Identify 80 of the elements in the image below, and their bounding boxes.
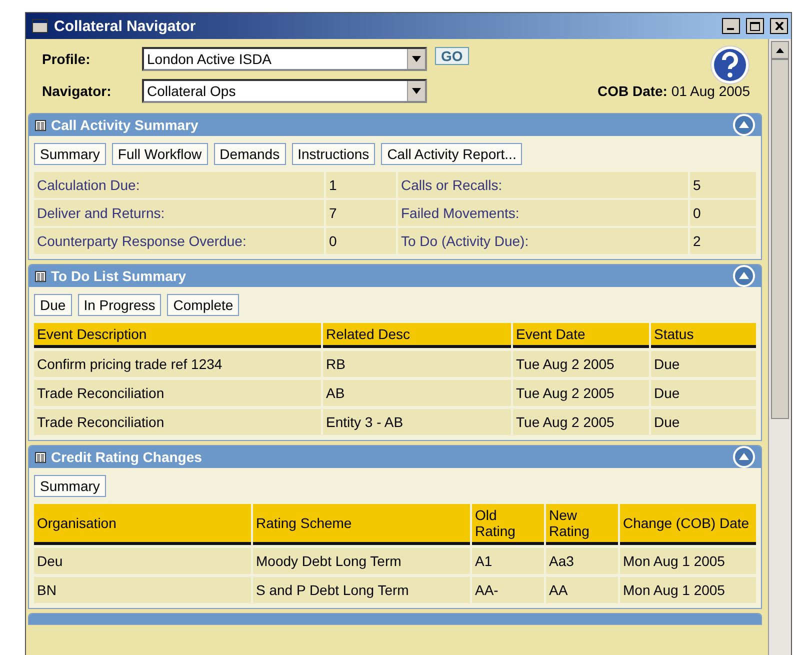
- column-header: Status: [651, 323, 756, 348]
- go-button[interactable]: GO: [435, 47, 469, 65]
- column-header: Related Desc: [323, 323, 511, 348]
- table-cell: Mon Aug 1 2005: [620, 548, 756, 574]
- table-cell: Due: [651, 409, 756, 435]
- dropdown-value: London Active ISDA: [146, 51, 273, 67]
- stat-label: To Do (Activity Due):: [398, 228, 688, 254]
- table-cell: Tue Aug 2 2005: [513, 409, 649, 435]
- table-cell: AA: [546, 577, 618, 603]
- column-header: Organisation: [34, 504, 251, 545]
- close-icon: [774, 22, 784, 30]
- stat-label: Counterparty Response Overdue:: [34, 228, 324, 254]
- stat-value: 7: [326, 200, 396, 226]
- panel-title: To Do List Summary: [51, 268, 188, 284]
- table-cell: BN: [34, 577, 251, 603]
- column-header: Change (COB) Date: [620, 504, 756, 545]
- window-icon: [32, 19, 48, 33]
- table-cell: A1: [472, 548, 544, 574]
- minimize-button[interactable]: [722, 18, 740, 34]
- cob-date-value: 01 Aug 2005: [670, 83, 750, 99]
- table-cell: Entity 3 - AB: [323, 409, 511, 435]
- table-cell: RB: [323, 351, 511, 377]
- tab-button[interactable]: Call Activity Report...: [381, 143, 522, 165]
- stat-label: Deliver and Returns:: [34, 200, 324, 226]
- collapse-icon[interactable]: [733, 114, 755, 136]
- collapse-icon[interactable]: [733, 265, 755, 287]
- close-button[interactable]: [770, 18, 788, 34]
- table-cell: Aa3: [546, 548, 618, 574]
- stat-value: 1: [326, 172, 396, 198]
- dropdown-value: Collateral Ops: [146, 83, 237, 99]
- stat-value: 2: [690, 228, 756, 254]
- scroll-thumb[interactable]: [771, 59, 789, 419]
- column-header: New Rating: [546, 504, 618, 545]
- table-cell: Confirm pricing trade ref 1234: [34, 351, 321, 377]
- tab-button[interactable]: Due: [34, 294, 72, 316]
- stat-label: Failed Movements:: [398, 200, 688, 226]
- grid-icon: [35, 270, 46, 282]
- table-cell: Tue Aug 2 2005: [513, 351, 649, 377]
- stat-value: 0: [326, 228, 396, 254]
- window-title: Collateral Navigator: [54, 18, 197, 34]
- navigator-label: Navigator:: [42, 83, 112, 99]
- table-cell: Trade Reconciliation: [34, 380, 321, 406]
- table-cell: Deu: [34, 548, 251, 574]
- tab-button[interactable]: Summary: [34, 475, 106, 497]
- stat-value: 0: [690, 200, 756, 226]
- tab-button[interactable]: Complete: [167, 294, 240, 316]
- table-cell: Moody Debt Long Term: [253, 548, 470, 574]
- table-cell: Due: [651, 380, 756, 406]
- table-cell: Due: [651, 351, 756, 377]
- column-header: Rating Scheme: [253, 504, 470, 545]
- profile-label: Profile:: [42, 51, 92, 67]
- grid-icon: [35, 452, 46, 462]
- tab-button[interactable]: Full Workflow: [112, 143, 208, 165]
- dropdown[interactable]: Collateral Ops: [142, 79, 427, 103]
- column-header: Old Rating: [472, 504, 544, 545]
- scrollbar[interactable]: [768, 39, 791, 655]
- cob-date-label: COB Date:: [597, 83, 668, 99]
- table-cell: Mon Aug 1 2005: [620, 577, 756, 603]
- table-cell: S and P Debt Long Term: [253, 577, 470, 603]
- tab-button[interactable]: Summary: [34, 143, 106, 165]
- panel-title: Credit Rating Changes: [51, 449, 203, 465]
- tab-button[interactable]: Instructions: [292, 143, 376, 165]
- panel-title: Call Activity Summary: [51, 117, 200, 133]
- table-cell: Tue Aug 2 2005: [513, 380, 649, 406]
- tab-button[interactable]: In Progress: [78, 294, 162, 316]
- dropdown[interactable]: London Active ISDA: [142, 47, 427, 71]
- column-header: Event Description: [34, 323, 321, 348]
- stat-value: 5: [690, 172, 756, 198]
- maximize-button[interactable]: [746, 18, 764, 34]
- column-header: Event Date: [513, 323, 649, 348]
- maximize-icon: [750, 22, 760, 30]
- table-cell: Trade Reconciliation: [34, 409, 321, 435]
- grid-icon: [35, 120, 46, 130]
- collapse-icon[interactable]: [733, 446, 755, 468]
- stat-label: Calls or Recalls:: [398, 172, 688, 198]
- table-cell: AB: [323, 380, 511, 406]
- tab-button[interactable]: Demands: [214, 143, 286, 165]
- scroll-up-icon[interactable]: [771, 41, 789, 59]
- stat-label: Calculation Due:: [34, 172, 324, 198]
- table-cell: AA-: [472, 577, 544, 603]
